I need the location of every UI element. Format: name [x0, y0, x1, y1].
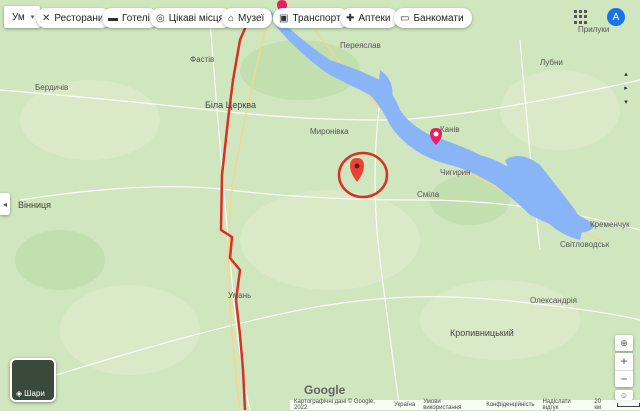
label-kaniv: Канів: [440, 125, 460, 134]
chip-atms[interactable]: ▭ Банкомати: [394, 8, 472, 28]
chevron-down-icon[interactable]: ▾: [624, 98, 628, 106]
label-pereiaslav: Переяслав: [340, 41, 381, 50]
chevron-right-icon[interactable]: ▸: [624, 84, 628, 92]
side-panel-toggle[interactable]: ◂: [0, 193, 10, 215]
label-oleksandriia: Олександрія: [530, 296, 577, 305]
label-pryluky: Прилуки: [578, 25, 609, 34]
label-lubny: Лубни: [540, 58, 563, 67]
museum-icon: ⌂: [228, 12, 235, 24]
zoom-in-button[interactable]: +: [620, 353, 627, 370]
transit-icon: ▣: [279, 12, 289, 24]
zoom-out-button[interactable]: −: [615, 369, 633, 388]
chip-attractions[interactable]: ◎ Цікаві місця: [150, 8, 233, 28]
chevron-down-icon: ▾: [30, 14, 35, 21]
chip-museums[interactable]: ⌂ Музеї: [222, 8, 273, 28]
label-smila: Сміла: [417, 190, 440, 199]
chip-label: Музеї: [238, 12, 265, 24]
attraction-icon: ◎: [156, 12, 165, 24]
label-fastiv: Фастів: [190, 55, 214, 64]
chip-label: Транспорт: [292, 12, 341, 24]
label-bila-tserkva: Біла Церква: [205, 100, 256, 110]
location-icon[interactable]: ⊕: [615, 335, 633, 351]
chip-transit[interactable]: ▣ Транспорт: [273, 8, 349, 28]
layers-button[interactable]: ◈ Шари: [10, 358, 56, 402]
country-link[interactable]: Україна: [394, 402, 415, 408]
label-berdychiv: Бердичів: [35, 83, 68, 92]
pegman-icon[interactable]: ☺: [615, 390, 633, 400]
chip-label: Аптеки: [358, 12, 391, 24]
chip-label: Банкомати: [413, 12, 464, 24]
terms-link[interactable]: Умови використання: [423, 399, 478, 411]
map-pan-arrows: ▴ ▸ ▾: [620, 70, 632, 130]
feedback-link[interactable]: Надіслати відгук: [542, 399, 586, 411]
label-myronivka: Миронівка: [310, 127, 349, 136]
chip-label: Ресторани: [54, 12, 104, 24]
label-kropyvnytskyi: Кропивницький: [450, 328, 514, 338]
layers-label: Шари: [24, 388, 45, 398]
label-chyhyryn: Чигирин: [440, 168, 471, 177]
map-canvas[interactable]: Фастів Біла Церква Миронівка Вінниця Смі…: [0, 0, 640, 410]
label-vinnytsia: Вінниця: [18, 200, 51, 210]
layers-icon: ◈: [16, 388, 23, 398]
pharmacy-icon: ✚: [346, 12, 355, 24]
attribution: Картографічні дані © Google, 2022: [294, 399, 375, 411]
search-text: Ум: [12, 11, 25, 23]
chip-label: Цікаві місця: [168, 12, 225, 24]
label-uman: Умань: [228, 291, 251, 300]
map-footer: Картографічні дані © Google, 2022 Україн…: [290, 399, 640, 411]
account-avatar[interactable]: A: [607, 8, 625, 26]
label-svitlovodsk: Світловодськ: [560, 240, 610, 249]
search-box[interactable]: Ум ▾: [4, 6, 40, 28]
avatar-initial: A: [612, 11, 620, 23]
scale-bar: [616, 403, 640, 407]
zoom-controls: + −: [615, 353, 633, 387]
chip-pharmacies[interactable]: ✚ Аптеки: [340, 8, 399, 28]
chevron-left-icon: ◂: [2, 199, 7, 209]
privacy-link[interactable]: Конфіденційність: [486, 402, 534, 408]
chevron-up-icon[interactable]: ▴: [624, 70, 628, 78]
restaurant-icon: ✕: [42, 12, 51, 24]
label-kremenchuk: Кременчук: [590, 220, 630, 229]
atm-icon: ▭: [400, 12, 410, 24]
scale-label: 20 км: [594, 399, 602, 411]
apps-grid-icon[interactable]: [574, 10, 588, 24]
chip-label: Готелі: [122, 12, 150, 24]
chip-restaurants[interactable]: ✕ Ресторани: [36, 8, 112, 28]
hotel-icon: ▬: [108, 12, 118, 24]
google-logo: Google: [304, 383, 346, 397]
